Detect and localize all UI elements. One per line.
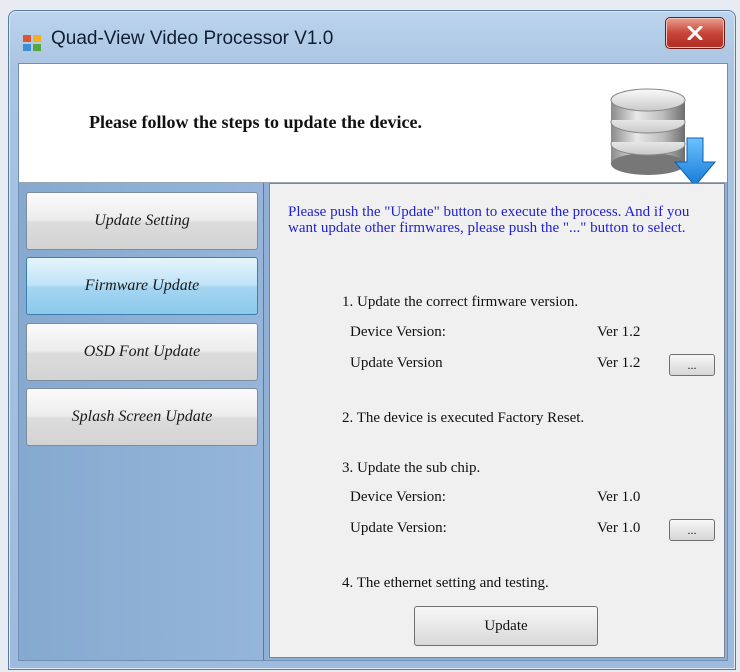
nav-osd-font-update[interactable]: OSD Font Update xyxy=(26,323,258,381)
step1-update-version-label: Update Version xyxy=(350,355,443,371)
update-button[interactable]: Update xyxy=(414,606,598,646)
step2-label: 2. The device is executed Factory Reset. xyxy=(342,410,585,426)
step3-device-version-label: Device Version: xyxy=(350,489,446,505)
header-banner: Please follow the steps to update the de… xyxy=(19,64,727,187)
nav-splash-screen-update[interactable]: Splash Screen Update xyxy=(26,388,258,446)
client-area: Please follow the steps to update the de… xyxy=(18,63,728,661)
close-icon xyxy=(687,26,703,40)
step3-browse-button[interactable]: ... xyxy=(669,519,715,541)
app-window: Quad-View Video Processor V1.0 Please fo… xyxy=(8,10,736,670)
step3-update-version-value: Ver 1.0 xyxy=(597,520,641,536)
header-message: Please follow the steps to update the de… xyxy=(89,112,422,132)
nav-firmware-update[interactable]: Firmware Update xyxy=(26,257,258,315)
title-bar[interactable]: Quad-View Video Processor V1.0 xyxy=(9,11,735,63)
step1-browse-button[interactable]: ... xyxy=(669,354,715,376)
step1-device-version-label: Device Version: xyxy=(350,324,446,340)
close-button[interactable] xyxy=(665,17,725,49)
step3-device-version-value: Ver 1.0 xyxy=(597,489,641,505)
step3-label: 3. Update the sub chip. xyxy=(342,460,481,476)
instructions-text: Please push the "Update" button to execu… xyxy=(288,204,690,236)
step1-label: 1. Update the correct firmware version. xyxy=(342,294,579,310)
window-title: Quad-View Video Processor V1.0 xyxy=(51,28,334,49)
nav-update-setting[interactable]: Update Setting xyxy=(26,192,258,250)
database-download-icon xyxy=(610,88,717,187)
app-icon xyxy=(23,35,41,51)
step1-update-version-value: Ver 1.2 xyxy=(597,355,641,371)
sidebar: Update Setting Firmware Update OSD Font … xyxy=(19,183,264,660)
firmware-update-panel: Please push the "Update" button to execu… xyxy=(269,183,725,658)
step4-label: 4. The ethernet setting and testing. xyxy=(342,575,549,591)
step3-update-version-label: Update Version: xyxy=(350,520,447,536)
step1-device-version-value: Ver 1.2 xyxy=(597,324,641,340)
